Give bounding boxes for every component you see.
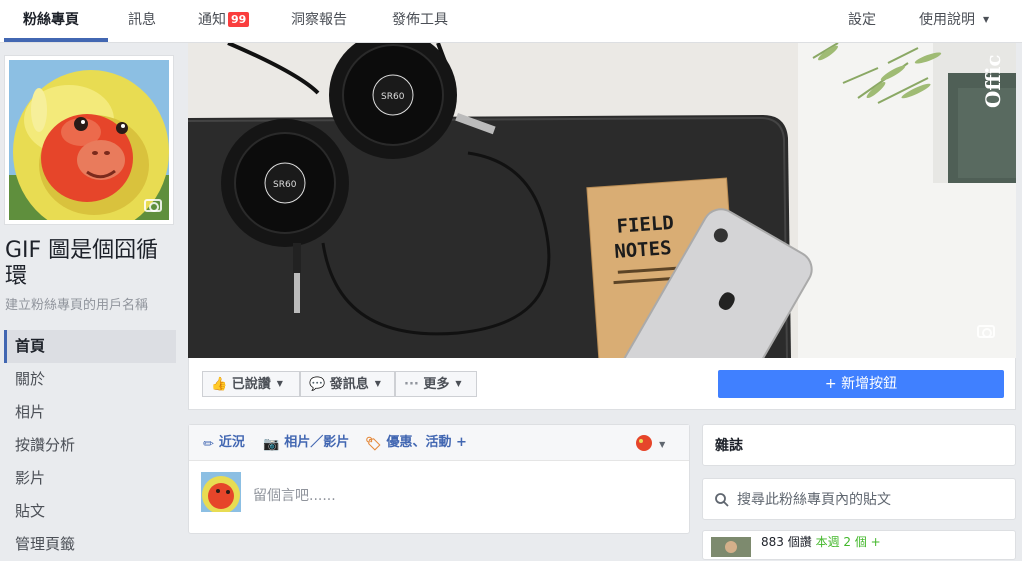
thumbs-up-icon: 👍 [211, 377, 228, 392]
camera-icon: 📷 [263, 437, 280, 452]
tab-notifications-label: 通知 [198, 12, 226, 28]
top-navigation: 粉絲專頁 訊息 通知 99 洞察報告 發佈工具 設定 使用說明 ▼ [0, 0, 1022, 43]
field-notes-line2: NOTES [614, 237, 673, 263]
headphone-label-2: SR60 [273, 180, 297, 190]
camera-icon[interactable] [977, 325, 995, 338]
composer-tab-status[interactable]: ✏ 近況 [203, 425, 245, 460]
chevron-down-icon: ▼ [659, 440, 666, 449]
help-menu[interactable]: 使用說明 ▼ [919, 0, 989, 40]
send-message-label: 發訊息 [329, 377, 369, 392]
composer-tab-status-label: 近況 [218, 435, 245, 450]
camera-icon[interactable] [144, 199, 162, 212]
tab-page[interactable]: 粉絲專頁 [23, 0, 79, 40]
page-action-bar: 👍 已說讚 ▼ 💬 發訊息 ▼ ··· 更多 ▼ + 新增按鈕 [188, 358, 1016, 410]
chevron-down-icon: ▼ [983, 15, 990, 24]
likes-summary: 883 個讚 本週 2 個 + [761, 531, 881, 553]
tab-settings[interactable]: 設定 [848, 0, 876, 40]
cover-corner-text: Offic [981, 54, 1005, 108]
friend-avatars [711, 537, 751, 557]
offer-tag-icon: 🏷 [365, 437, 382, 452]
messenger-icon: 💬 [309, 377, 326, 392]
sidebar-item-about[interactable]: 關於 [4, 363, 176, 396]
composer-tab-photo-label: 相片／影片 [284, 435, 350, 450]
notification-badge: 99 [228, 12, 250, 27]
liked-button[interactable]: 👍 已說讚 ▼ [202, 371, 300, 397]
sidebar-item-videos[interactable]: 影片 [4, 462, 176, 495]
add-button[interactable]: + 新增按鈕 [718, 370, 1004, 398]
pencil-icon: ✏ [203, 437, 214, 452]
create-username-link[interactable]: 建立粉絲專頁的用戶名稱 [5, 294, 148, 313]
sidebar-item-home[interactable]: 首頁 [4, 330, 176, 363]
composer-tab-offer-event[interactable]: 🏷 優惠、活動 + [365, 425, 467, 460]
tab-publishing-tools[interactable]: 發佈工具 [392, 0, 448, 40]
composer-tabs: ✏ 近況 📷 相片／影片 🏷 優惠、活動 + ▼ [189, 425, 689, 461]
sidebar-item-photos[interactable]: 相片 [4, 396, 176, 429]
active-tab-indicator [4, 38, 108, 42]
page-search-box[interactable]: 搜尋此粉絲專頁內的貼文 [702, 478, 1016, 520]
profile-picture[interactable] [4, 55, 174, 225]
post-as-selector[interactable]: ▼ [636, 435, 665, 455]
post-composer: ✏ 近況 📷 相片／影片 🏷 優惠、活動 + ▼ 留個言吧...... [188, 424, 690, 534]
search-icon [715, 493, 729, 507]
page-sidebar-nav: 首頁 關於 相片 按讚分析 影片 貼文 管理頁籤 [4, 330, 176, 561]
notes-card: 雜誌 [702, 424, 1016, 466]
more-button[interactable]: ··· 更多 ▼ [395, 371, 477, 397]
chevron-down-icon: ▼ [374, 379, 381, 388]
monkey-avatar-image [9, 60, 169, 220]
tab-insights[interactable]: 洞察報告 [291, 0, 347, 40]
sidebar-item-likes[interactable]: 按讚分析 [4, 429, 176, 462]
composer-avatar [201, 472, 241, 512]
page-search-input[interactable]: 搜尋此粉絲專頁內的貼文 [737, 479, 891, 521]
composer-tab-photo-video[interactable]: 📷 相片／影片 [263, 425, 349, 460]
liked-label: 已說讚 [231, 377, 271, 392]
chevron-down-icon: ▼ [455, 379, 462, 388]
send-message-button[interactable]: 💬 發訊息 ▼ [300, 371, 395, 397]
cover-photo[interactable]: SR60 SR60 FIELD NOTES Offic [188, 43, 1016, 358]
headphone-label-1: SR60 [381, 92, 405, 102]
more-dots-icon: ··· [404, 377, 419, 392]
sidebar-item-manage-tabs[interactable]: 管理頁籤 [4, 528, 176, 561]
page-avatar-icon [636, 435, 652, 451]
tab-notifications[interactable]: 通知 99 [198, 0, 250, 40]
composer-input[interactable]: 留個言吧...... [253, 485, 336, 505]
likes-card: 883 個讚 本週 2 個 + [702, 530, 1016, 560]
tab-messages[interactable]: 訊息 [128, 0, 156, 40]
sidebar-item-posts[interactable]: 貼文 [4, 495, 176, 528]
chevron-down-icon: ▼ [276, 379, 283, 388]
more-label: 更多 [423, 377, 450, 392]
help-label: 使用說明 [919, 12, 975, 28]
notes-title[interactable]: 雜誌 [715, 425, 743, 467]
composer-tab-offer-label: 優惠、活動 + [386, 435, 467, 450]
field-notes-line1: FIELD [616, 212, 675, 238]
page-title[interactable]: GIF 圖是個囧循環 [5, 238, 175, 290]
